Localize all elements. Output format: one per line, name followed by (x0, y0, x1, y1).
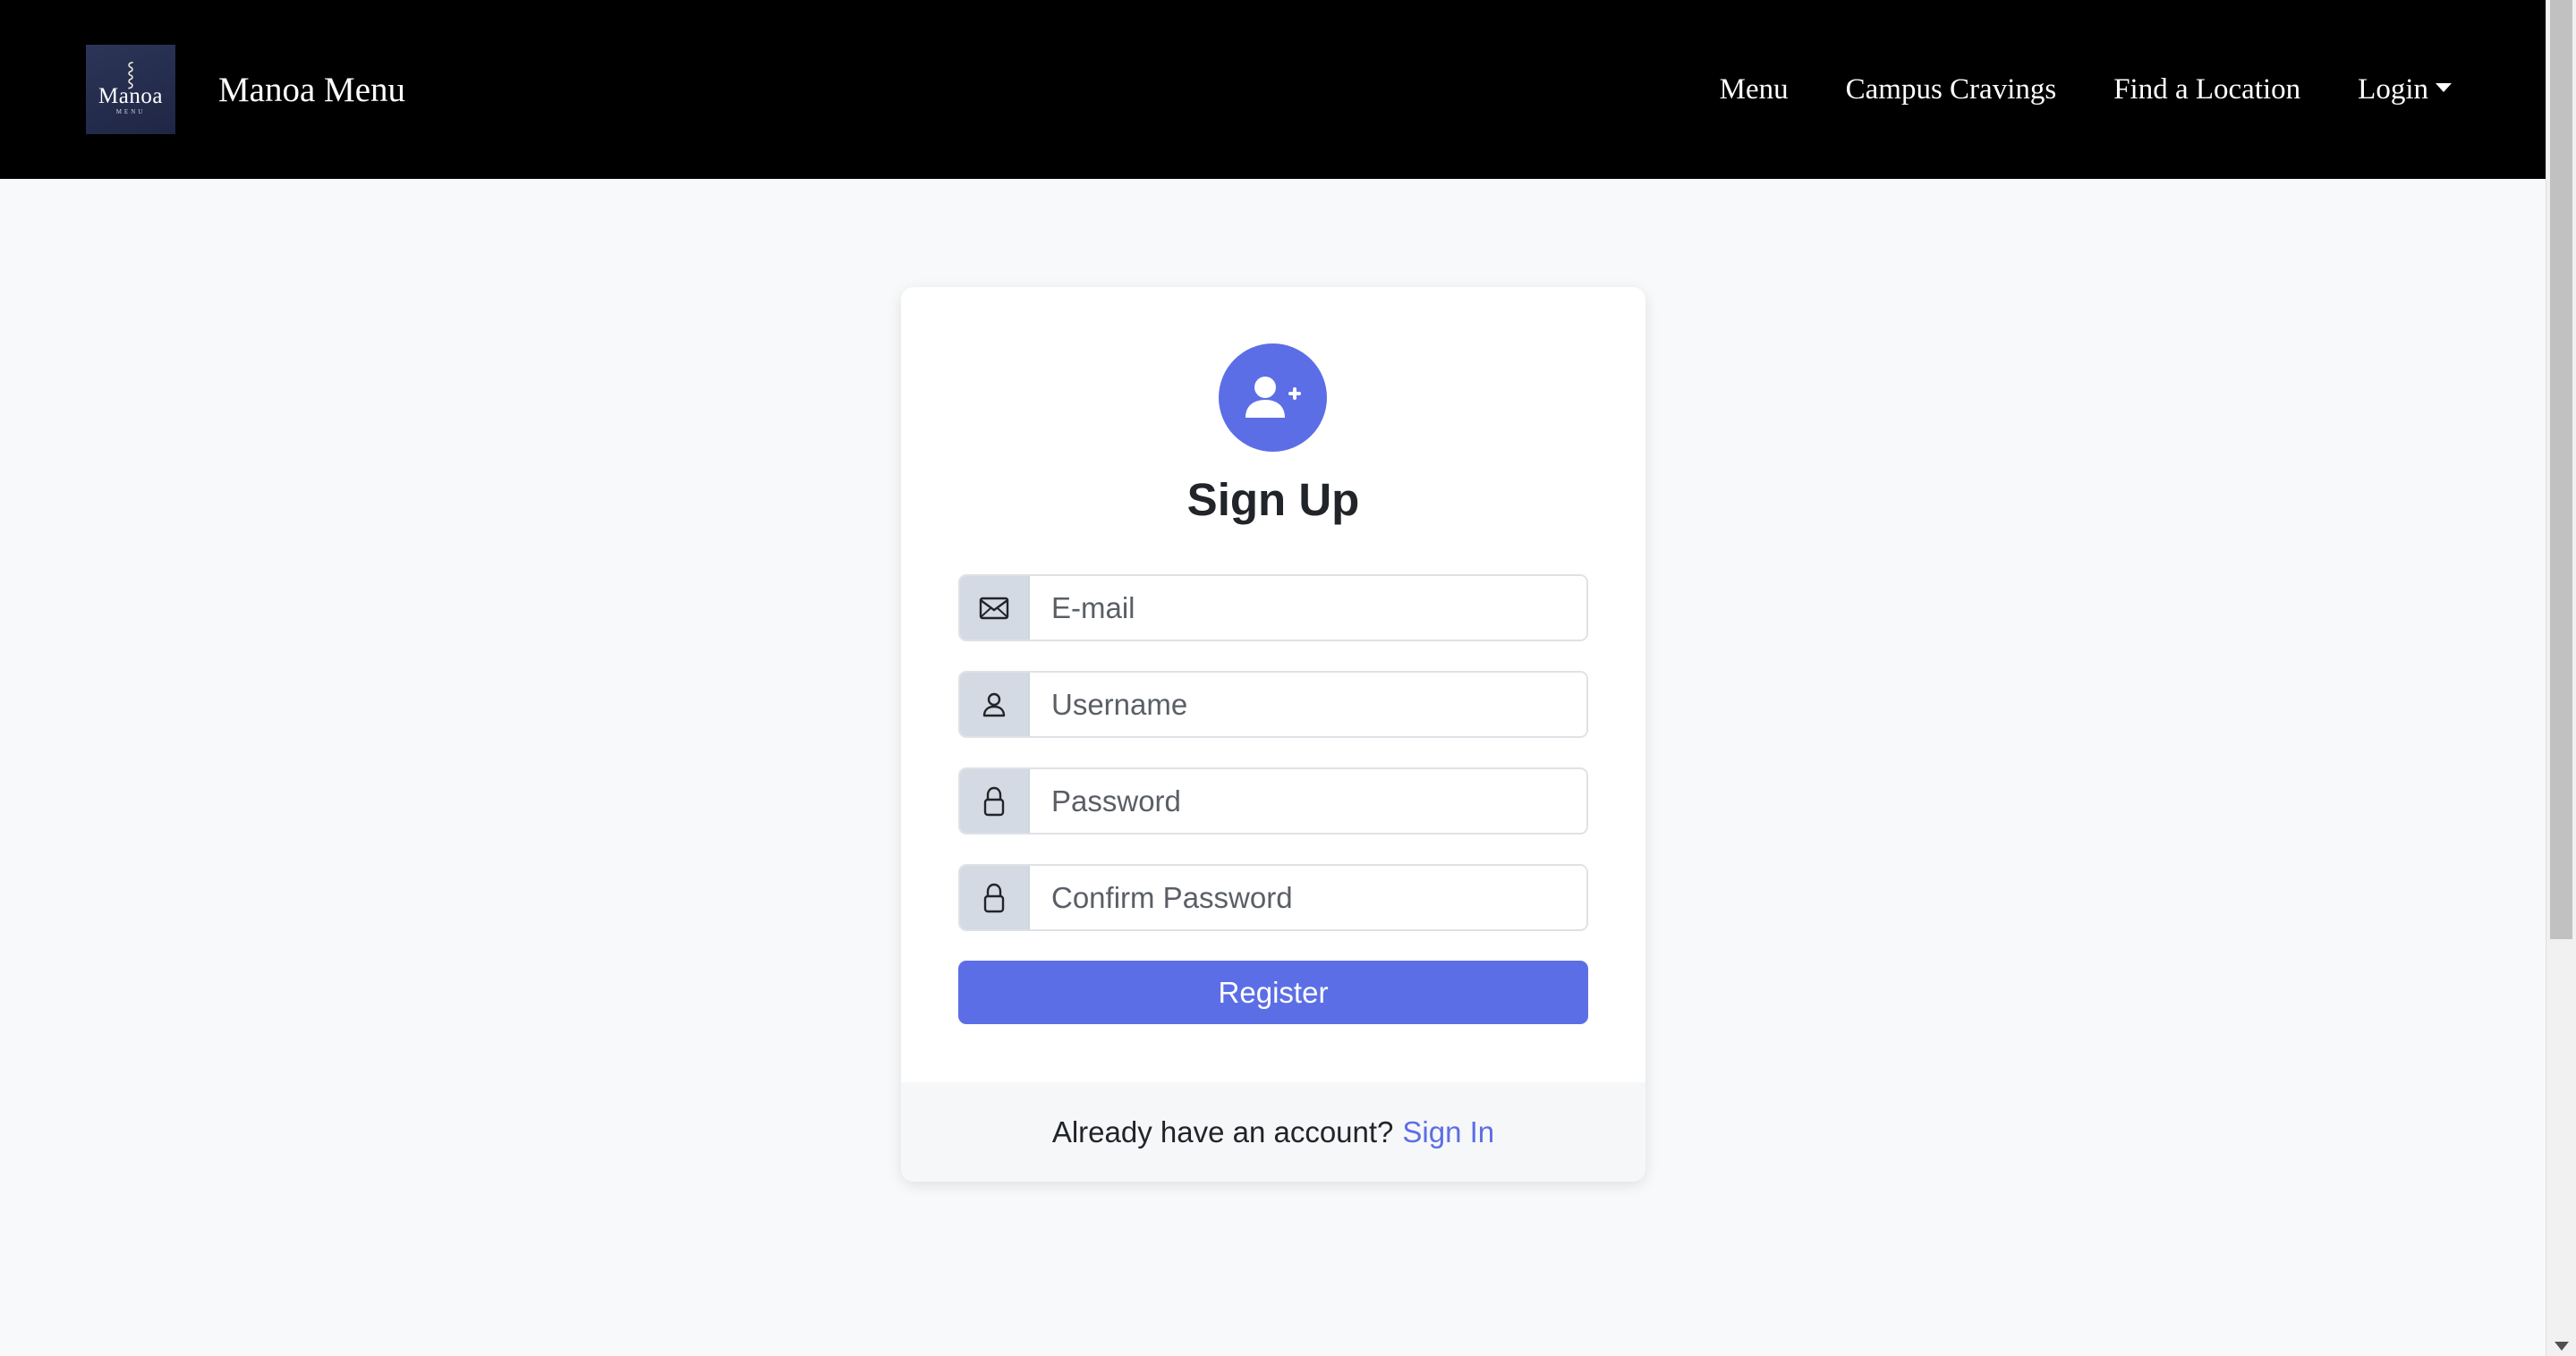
navbar: ⸾ Manoa MENU Manoa Menu Menu Campus Crav… (0, 0, 2546, 179)
card-footer: Already have an account? Sign In (901, 1082, 1645, 1182)
nav-links: Menu Campus Cravings Find a Location Log… (1662, 0, 2452, 179)
login-dropdown[interactable]: Login (2358, 73, 2452, 106)
confirm-password-input[interactable] (1030, 866, 1586, 929)
lock-icon (960, 866, 1030, 929)
nav-link-find-location[interactable]: Find a Location (2113, 73, 2300, 106)
logo-text: Manoa (98, 84, 163, 108)
nav-link-menu[interactable]: Menu (1720, 73, 1789, 106)
confirm-password-field (958, 864, 1588, 931)
footer-text: Already have an account? (1051, 1114, 1394, 1148)
nav-link-campus-cravings[interactable]: Campus Cravings (1846, 73, 2057, 106)
email-field (958, 574, 1588, 641)
signup-card: Sign Up E-mail Username Register Already… (901, 287, 1645, 1182)
page-title: Sign Up (1186, 474, 1360, 525)
logo-subtext: MENU (115, 108, 146, 115)
lock-icon (960, 769, 1030, 833)
username-field (958, 671, 1588, 738)
register-button[interactable]: Register (958, 961, 1588, 1024)
password-field (958, 767, 1588, 835)
person-icon (960, 673, 1030, 736)
brand[interactable]: ⸾ Manoa MENU Manoa Menu (86, 45, 405, 134)
person-plus-icon (1219, 343, 1327, 452)
username-input[interactable] (1030, 673, 1586, 736)
login-dropdown-label: Login (2358, 72, 2428, 106)
page-scrollbar[interactable] (2546, 0, 2576, 1356)
scrollbar-thumb[interactable] (2550, 0, 2572, 939)
brand-name[interactable]: Manoa Menu (218, 70, 405, 110)
logo-mark-icon: ⸾ (126, 61, 135, 87)
password-input[interactable] (1030, 769, 1586, 833)
logo[interactable]: ⸾ Manoa MENU (86, 45, 175, 134)
sign-in-link[interactable]: Sign In (1402, 1115, 1494, 1149)
scroll-down-arrow-icon[interactable] (2555, 1342, 2569, 1351)
envelope-icon (960, 576, 1030, 640)
email-input[interactable] (1030, 576, 1586, 640)
caret-down-icon (2436, 83, 2452, 92)
